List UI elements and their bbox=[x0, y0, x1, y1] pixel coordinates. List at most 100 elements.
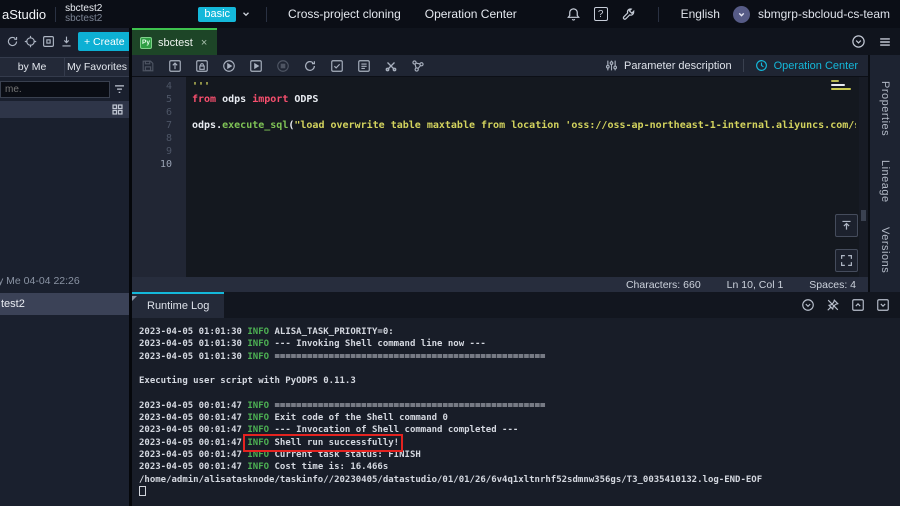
log-tab-label: Runtime Log bbox=[147, 300, 209, 312]
log-line: 2023-04-05 00:01:47 INFO ===============… bbox=[139, 400, 900, 412]
log-line bbox=[139, 363, 900, 375]
code-line: odps.execute_sql("load overwrite table m… bbox=[192, 119, 856, 132]
crossed-tools-icon[interactable] bbox=[384, 59, 398, 73]
project-switcher[interactable]: sbctest2 sbctest2 bbox=[65, 4, 102, 25]
sidebar-toolbar: + Create bbox=[0, 28, 131, 55]
selected-node-row[interactable]: test2 bbox=[0, 293, 129, 315]
grid-view-icon[interactable] bbox=[111, 103, 124, 116]
avatar[interactable] bbox=[733, 6, 750, 23]
cursor-position[interactable]: Ln 10, Col 1 bbox=[727, 279, 784, 291]
operation-center-icon bbox=[755, 59, 768, 72]
menu-icon[interactable] bbox=[878, 35, 892, 49]
operation-center-button[interactable]: Operation Center bbox=[774, 60, 858, 72]
sidebar-tab-my-favorites[interactable]: My Favorites bbox=[64, 58, 129, 76]
close-tab-icon[interactable]: × bbox=[201, 37, 207, 49]
editor-scrollbar[interactable] bbox=[859, 77, 868, 277]
line-number: 10 bbox=[132, 158, 186, 171]
save-icon[interactable] bbox=[141, 59, 155, 73]
locate-icon[interactable] bbox=[24, 35, 37, 48]
tab-runtime-log[interactable]: Runtime Log bbox=[132, 292, 224, 318]
divider bbox=[266, 7, 267, 22]
project-subtitle: sbctest2 bbox=[65, 14, 102, 25]
language-selector[interactable]: English bbox=[681, 7, 720, 21]
fold-corner bbox=[132, 296, 137, 301]
log-line: 2023-04-05 00:01:47 INFO --- Invocation … bbox=[139, 424, 900, 436]
log-tabbar: Runtime Log bbox=[132, 292, 900, 318]
advanced-run-icon[interactable] bbox=[249, 59, 263, 73]
log-line: 2023-04-05 01:01:30 INFO --- Invoking Sh… bbox=[139, 338, 900, 350]
refresh-icon[interactable] bbox=[6, 35, 19, 48]
maximize-panel-icon[interactable] bbox=[851, 298, 865, 312]
right-tab-lineage[interactable]: Lineage bbox=[879, 160, 891, 203]
sidebar-tab-by-me[interactable]: by Me bbox=[0, 58, 64, 76]
view-log-icon[interactable] bbox=[357, 59, 371, 73]
indent-setting[interactable]: Spaces: 4 bbox=[809, 279, 856, 291]
node-toolbar: Parameter description Operation Center bbox=[132, 55, 868, 77]
right-tab-properties[interactable]: Properties bbox=[879, 81, 891, 136]
pyodps-node-icon: Py bbox=[140, 37, 152, 49]
bell-icon[interactable] bbox=[566, 7, 581, 22]
editor-tabstrip: Py sbctest × bbox=[131, 28, 900, 55]
node-sidebar: by MeMy Favorites y Me 04-04 22:26 test2 bbox=[0, 55, 129, 506]
divider bbox=[55, 7, 56, 22]
tab-list-icon[interactable] bbox=[851, 34, 866, 49]
success-highlight-box: INFO Shell run successfully! bbox=[247, 438, 399, 448]
sliders-icon bbox=[605, 59, 618, 72]
menu-operation-center[interactable]: Operation Center bbox=[425, 7, 517, 21]
code-line bbox=[192, 106, 856, 119]
collapse-panel-icon[interactable] bbox=[801, 298, 815, 312]
divider bbox=[658, 7, 659, 22]
filter-icon[interactable] bbox=[113, 83, 126, 96]
create-button[interactable]: + Create bbox=[78, 32, 131, 51]
topbar: aStudio sbctest2 sbctest2 basic Cross-pr… bbox=[0, 0, 900, 28]
app-logo[interactable]: aStudio bbox=[2, 7, 46, 22]
log-line bbox=[139, 486, 900, 498]
line-number: 8 bbox=[132, 132, 186, 145]
log-line: /home/admin/alisatasknode/taskinfo//2023… bbox=[139, 474, 900, 486]
log-line: 2023-04-05 00:01:47 INFO Shell run succe… bbox=[139, 437, 900, 449]
code-line bbox=[192, 158, 856, 171]
batch-operation-icon[interactable] bbox=[42, 35, 55, 48]
reload-icon[interactable] bbox=[303, 59, 317, 73]
unpin-icon[interactable] bbox=[826, 298, 840, 312]
log-line: 2023-04-05 00:01:47 INFO Current task st… bbox=[139, 449, 900, 461]
code-line: from odps import ODPS bbox=[192, 93, 856, 106]
log-line: Executing user script with PyODPS 0.11.3 bbox=[139, 375, 900, 387]
wrench-icon[interactable] bbox=[621, 7, 636, 22]
log-output[interactable]: 2023-04-05 01:01:30 INFO ALISA_TASK_PRIO… bbox=[132, 318, 900, 506]
chevron-down-icon[interactable] bbox=[241, 9, 251, 19]
log-line bbox=[139, 387, 900, 399]
syntax-check-icon[interactable] bbox=[330, 59, 344, 73]
minimize-panel-icon[interactable] bbox=[876, 298, 890, 312]
right-tab-versions[interactable]: Versions bbox=[879, 227, 891, 273]
editor-statusbar: Characters: 660 Ln 10, Col 1 Spaces: 4 bbox=[132, 277, 868, 292]
submit-icon[interactable] bbox=[168, 59, 182, 73]
code-line bbox=[192, 132, 856, 145]
help-icon[interactable]: ? bbox=[594, 7, 608, 21]
log-line: 2023-04-05 01:01:30 INFO ===============… bbox=[139, 351, 900, 363]
fullscreen-button[interactable] bbox=[835, 249, 858, 272]
run-icon[interactable] bbox=[222, 59, 236, 73]
line-number: 4 bbox=[132, 80, 186, 93]
menu-cross-project-cloning[interactable]: Cross-project cloning bbox=[288, 7, 401, 21]
code-line: ''' bbox=[192, 80, 856, 93]
log-line: 2023-04-05 00:01:47 INFO Exit code of th… bbox=[139, 412, 900, 424]
import-icon[interactable] bbox=[60, 35, 73, 48]
stop-icon[interactable] bbox=[276, 59, 290, 73]
submit-locked-icon[interactable] bbox=[195, 59, 209, 73]
tab-sbctest[interactable]: Py sbctest × bbox=[131, 28, 217, 55]
code-line bbox=[192, 145, 856, 158]
editor-code[interactable]: '''from odps import ODPS odps.execute_sq… bbox=[186, 77, 856, 277]
log-line: 2023-04-05 00:01:47 INFO Cost time is: 1… bbox=[139, 461, 900, 473]
search-input[interactable] bbox=[0, 81, 110, 98]
dataworks-datastudio-window: aStudio sbctest2 sbctest2 basic Cross-pr… bbox=[0, 0, 900, 506]
line-number: 9 bbox=[132, 145, 186, 158]
char-count: Characters: 660 bbox=[626, 279, 701, 291]
minimap[interactable] bbox=[831, 80, 853, 92]
account-name[interactable]: sbmgrp-sbcloud-cs-team bbox=[758, 7, 890, 21]
mode-badge[interactable]: basic bbox=[198, 7, 236, 22]
parameter-description-button[interactable]: Parameter description bbox=[624, 60, 732, 72]
lineage-flow-icon[interactable] bbox=[411, 59, 425, 73]
view-switch-row bbox=[0, 101, 129, 118]
scroll-to-top-button[interactable] bbox=[835, 214, 858, 237]
